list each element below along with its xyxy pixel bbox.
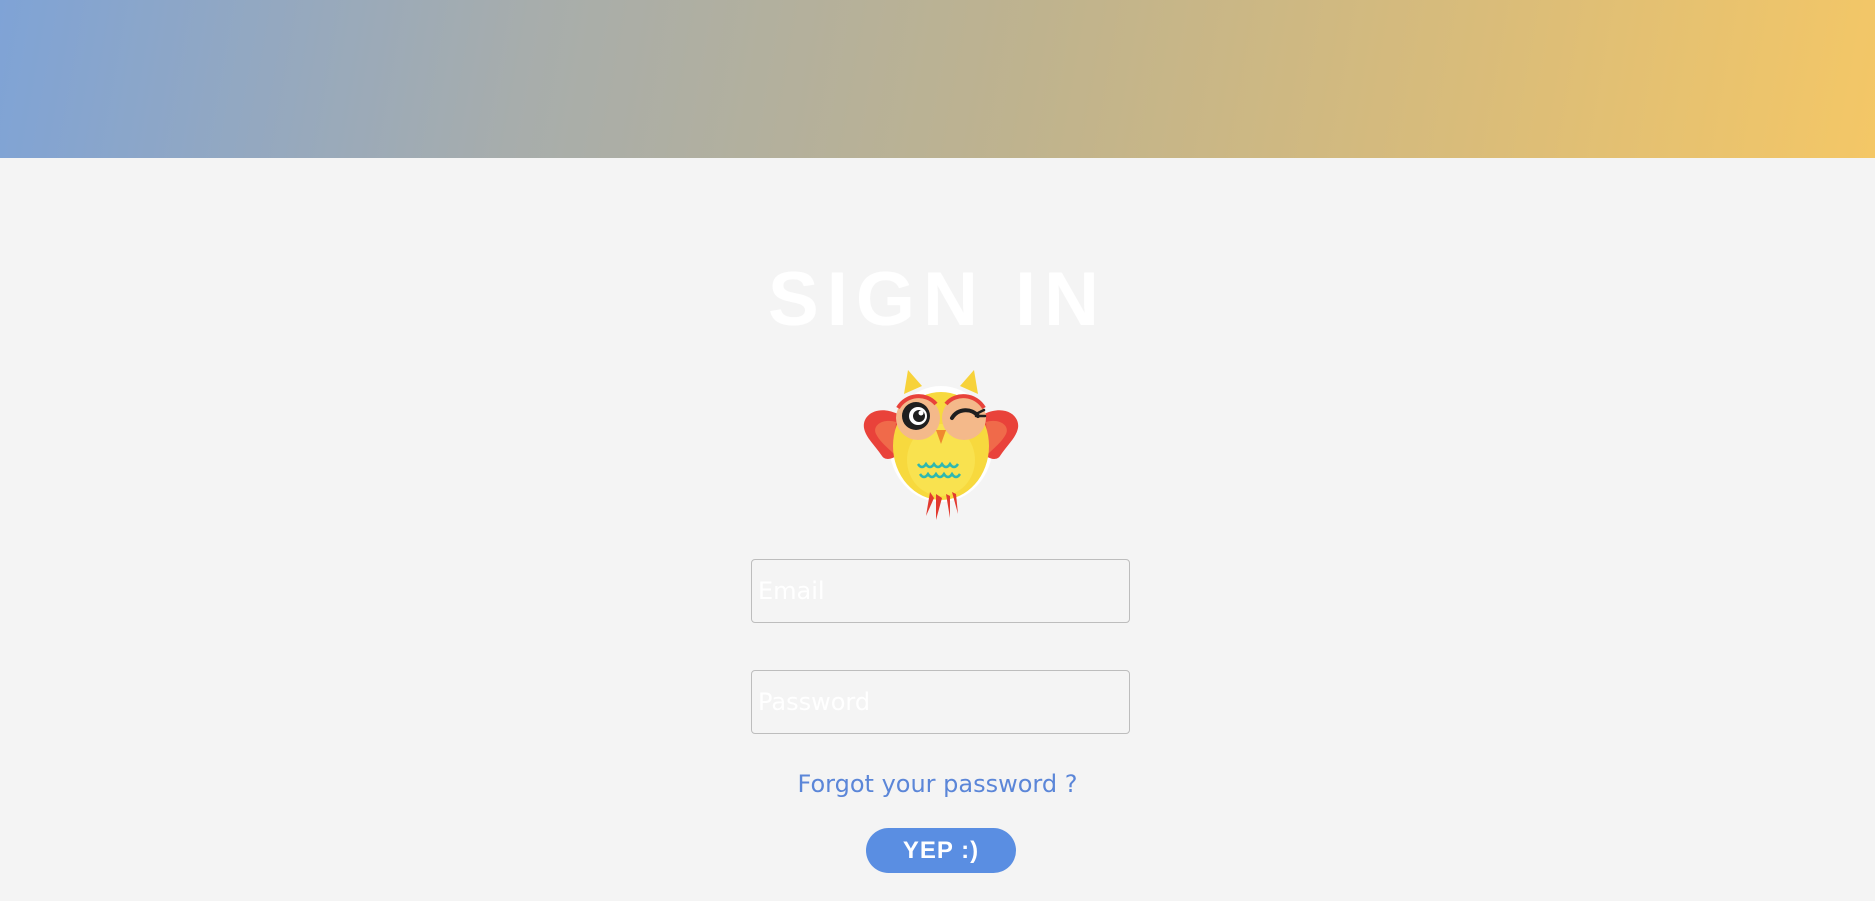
email-field[interactable] xyxy=(751,559,1130,623)
winking-owl-icon xyxy=(863,370,1019,520)
header-gradient-banner xyxy=(0,0,1875,158)
password-field[interactable] xyxy=(751,670,1130,734)
submit-button[interactable]: YEP :) xyxy=(866,828,1016,873)
forgot-password-link[interactable]: Forgot your password ? xyxy=(0,770,1875,798)
page-title: SIGN IN xyxy=(768,257,1107,342)
